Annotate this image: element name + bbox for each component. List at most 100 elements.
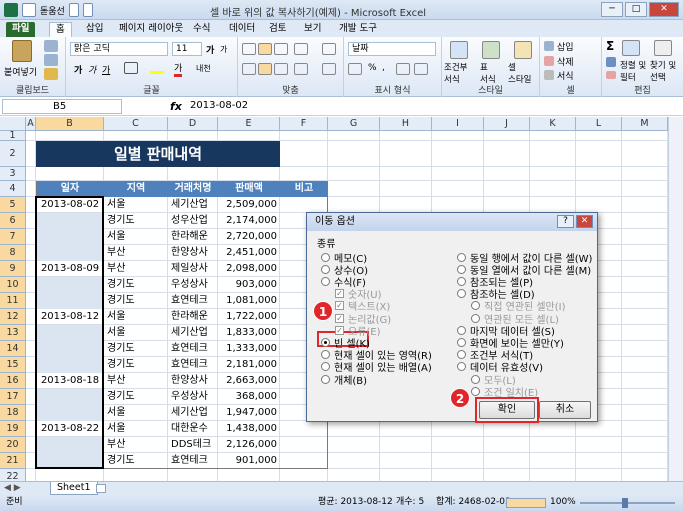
client-cell[interactable]: 한라해운 xyxy=(168,309,218,325)
tab-developer[interactable]: 개발 도구 xyxy=(333,22,383,37)
region-cell[interactable]: 부산 xyxy=(104,437,168,453)
row-header[interactable]: 17 xyxy=(0,389,26,405)
date-cell[interactable] xyxy=(36,341,104,357)
find-select-button[interactable]: 찾기 및 선택 xyxy=(650,59,676,83)
sheet-nav-icon[interactable]: ◀ ▶ xyxy=(4,483,21,493)
date-cell[interactable]: 2013-08-18 xyxy=(36,373,104,389)
row-header[interactable]: 10 xyxy=(0,277,26,293)
row-header[interactable]: 11 xyxy=(0,293,26,309)
client-cell[interactable]: 한양상사 xyxy=(168,245,218,261)
copy-icon[interactable] xyxy=(44,54,58,66)
border-icon[interactable] xyxy=(124,62,138,74)
region-cell[interactable]: 경기도 xyxy=(104,389,168,405)
format-table-button[interactable]: 표 서식 xyxy=(480,61,496,85)
increase-decimal-icon[interactable] xyxy=(396,63,410,75)
font-size-select[interactable]: 11 xyxy=(172,42,202,56)
date-cell[interactable] xyxy=(36,229,104,245)
font-name-select[interactable]: 맑은 고딕 xyxy=(70,42,168,56)
redo-icon[interactable] xyxy=(82,3,93,17)
column-header-m[interactable]: M xyxy=(622,117,668,131)
sales-cell[interactable]: 2,181,000 xyxy=(218,357,280,373)
sales-cell[interactable]: 1,333,000 xyxy=(218,341,280,357)
sales-cell[interactable]: 1,081,000 xyxy=(218,293,280,309)
underline-button[interactable]: 가 xyxy=(102,63,110,76)
column-header-c[interactable]: C xyxy=(104,117,168,131)
delete-cells-button[interactable]: 삭제 xyxy=(557,55,574,68)
client-cell[interactable]: 효연테크 xyxy=(168,341,218,357)
sales-cell[interactable]: 2,174,000 xyxy=(218,213,280,229)
format-cells-button[interactable]: 서식 xyxy=(557,69,574,82)
region-cell[interactable]: 부산 xyxy=(104,373,168,389)
column-title[interactable]: 일자 xyxy=(36,181,104,197)
wrap-text-icon[interactable] xyxy=(322,43,336,55)
date-cell[interactable] xyxy=(36,325,104,341)
note-cell[interactable] xyxy=(280,437,328,453)
cell-styles-button[interactable]: 셀 스타일 xyxy=(508,61,531,85)
radio-icon[interactable] xyxy=(321,350,330,360)
column-header-h[interactable]: H xyxy=(380,117,432,131)
row-header[interactable]: 16 xyxy=(0,373,26,389)
radio-icon[interactable] xyxy=(457,325,466,335)
radio-icon[interactable] xyxy=(457,252,466,262)
sales-cell[interactable]: 2,098,000 xyxy=(218,261,280,277)
row-header[interactable]: 9 xyxy=(0,261,26,277)
region-cell[interactable]: 서울 xyxy=(104,325,168,341)
fill-icon[interactable] xyxy=(606,57,616,67)
dialog-close-button[interactable]: ✕ xyxy=(576,215,593,228)
client-cell[interactable]: 효연테크 xyxy=(168,293,218,309)
sales-cell[interactable]: 2,663,000 xyxy=(218,373,280,389)
client-cell[interactable]: 세기산업 xyxy=(168,325,218,341)
radio-icon[interactable] xyxy=(457,350,466,360)
region-cell[interactable]: 서울 xyxy=(104,405,168,421)
align-center-icon[interactable] xyxy=(258,63,272,75)
row-header[interactable]: 21 xyxy=(0,453,26,469)
row-header[interactable]: 18 xyxy=(0,405,26,421)
region-cell[interactable]: 경기도 xyxy=(104,341,168,357)
date-cell[interactable] xyxy=(36,357,104,373)
date-cell[interactable] xyxy=(36,245,104,261)
radio-icon[interactable] xyxy=(457,276,466,286)
find-select-icon[interactable] xyxy=(654,40,672,56)
column-header-k[interactable]: K xyxy=(530,117,576,131)
radio-icon[interactable] xyxy=(457,264,466,274)
column-header-e[interactable]: E xyxy=(218,117,280,131)
shrink-font-button[interactable]: 가 xyxy=(220,44,227,55)
client-cell[interactable]: 세기산업 xyxy=(168,405,218,421)
radio-icon[interactable] xyxy=(321,264,330,274)
zoom-level[interactable]: 100% xyxy=(550,495,576,510)
column-title[interactable]: 거래처명 xyxy=(168,181,218,197)
date-cell[interactable]: 2013-08-09 xyxy=(36,261,104,277)
view-buttons[interactable] xyxy=(506,498,546,508)
row-header[interactable]: 8 xyxy=(0,245,26,261)
format-painter-icon[interactable] xyxy=(44,68,58,80)
column-header-g[interactable]: G xyxy=(328,117,380,131)
date-cell[interactable] xyxy=(36,293,104,309)
note-cell[interactable] xyxy=(280,197,328,213)
client-cell[interactable]: 성우산업 xyxy=(168,213,218,229)
tab-home[interactable]: 홈 xyxy=(49,22,72,37)
date-cell[interactable] xyxy=(36,213,104,229)
client-cell[interactable]: DDS테크 xyxy=(168,437,218,453)
client-cell[interactable]: 우성상사 xyxy=(168,389,218,405)
number-format-select[interactable]: 날짜 xyxy=(348,42,436,56)
client-cell[interactable]: 효연테크 xyxy=(168,357,218,373)
cut-icon[interactable] xyxy=(44,40,58,52)
dialog-help-button[interactable]: ? xyxy=(557,215,574,228)
row-header[interactable]: 12 xyxy=(0,309,26,325)
row-header[interactable]: 3 xyxy=(0,167,26,181)
region-cell[interactable]: 부산 xyxy=(104,245,168,261)
cell-styles-icon[interactable] xyxy=(514,41,532,59)
tab-insert[interactable]: 삽입 xyxy=(80,22,109,37)
sales-cell[interactable]: 2,126,000 xyxy=(218,437,280,453)
minimize-button[interactable]: ─ xyxy=(601,2,623,17)
region-cell[interactable]: 경기도 xyxy=(104,357,168,373)
client-cell[interactable]: 한양상사 xyxy=(168,373,218,389)
indent-icon[interactable] xyxy=(294,63,308,75)
sort-filter-icon[interactable] xyxy=(622,40,640,56)
undo-icon[interactable] xyxy=(68,3,79,17)
row-header[interactable]: 4 xyxy=(0,181,26,197)
vertical-scrollbar[interactable] xyxy=(668,117,683,481)
column-header-i[interactable]: I xyxy=(432,117,484,131)
align-top-icon[interactable] xyxy=(242,43,256,55)
client-cell[interactable]: 효연테크 xyxy=(168,453,218,469)
